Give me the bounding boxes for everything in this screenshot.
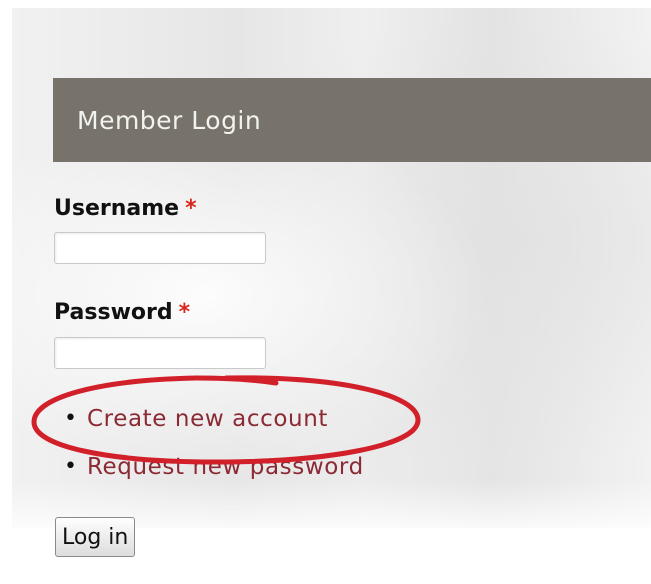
login-block-title: Member Login (77, 106, 262, 135)
bullet: • (64, 406, 77, 431)
password-label: Password * (54, 300, 190, 325)
log-in-button[interactable]: Log in (55, 517, 136, 557)
login-block-header: Member Login (53, 78, 651, 162)
bullet: • (64, 454, 77, 479)
create-new-account-link[interactable]: Create new account (87, 402, 328, 436)
username-label: Username * (54, 196, 197, 221)
username-input[interactable] (54, 232, 266, 264)
password-required-marker: * (178, 300, 191, 325)
password-input[interactable] (54, 337, 266, 369)
username-required-marker: * (185, 196, 197, 221)
password-label-text: Password (54, 300, 173, 325)
username-label-text: Username (54, 196, 180, 221)
request-new-password-link[interactable]: Request new password (87, 450, 364, 484)
